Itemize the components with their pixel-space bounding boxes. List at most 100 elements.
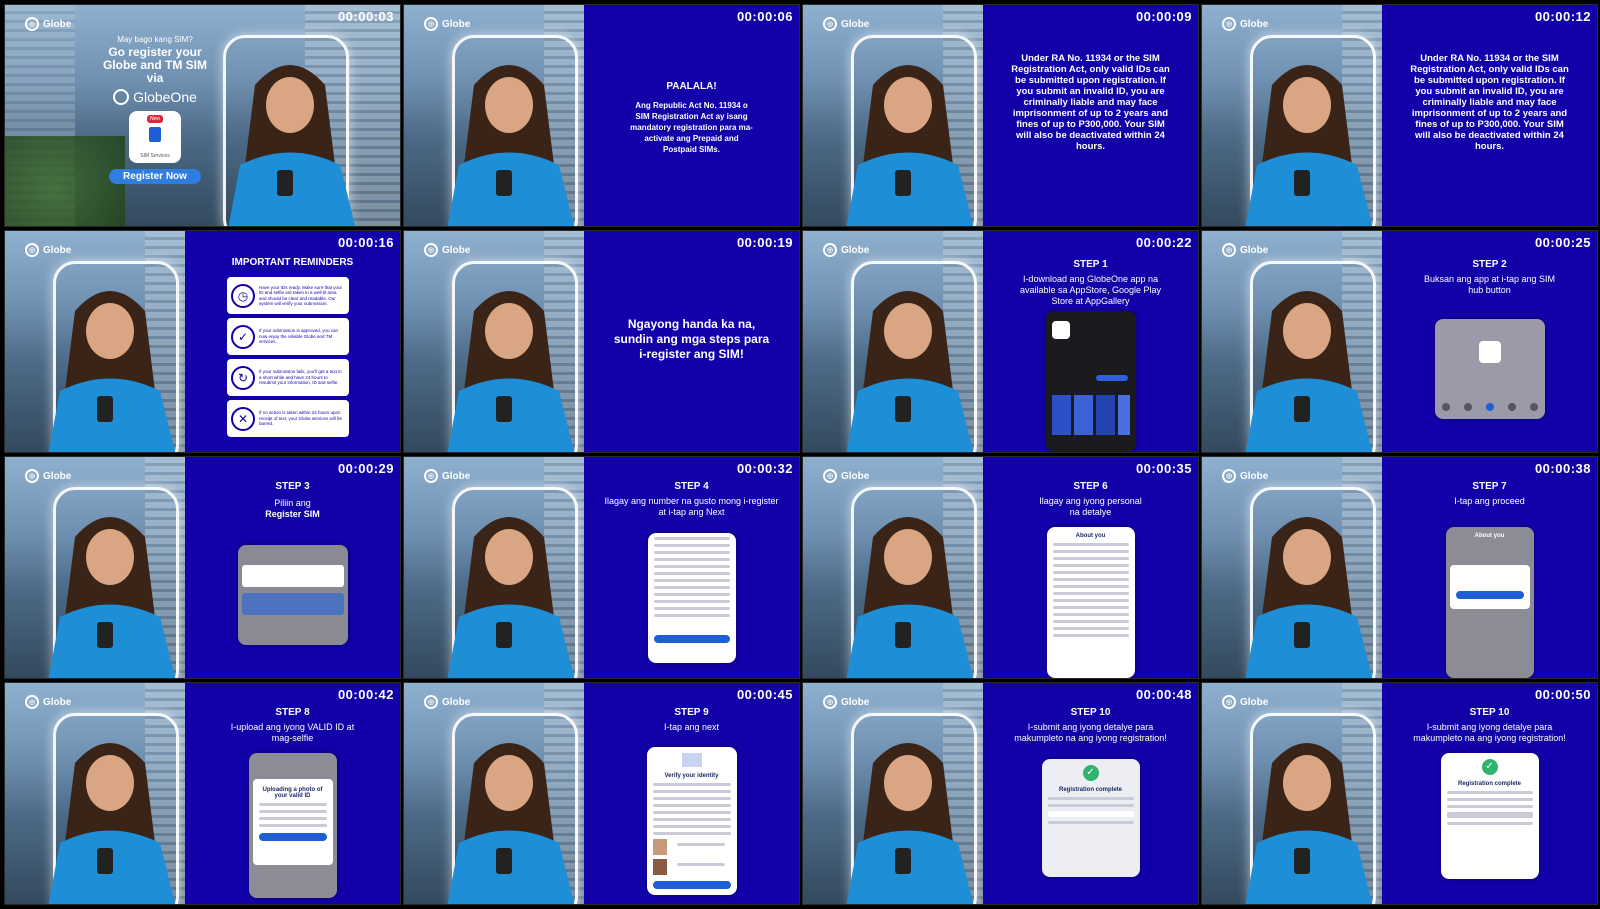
- brand-label: Globe: [43, 244, 72, 256]
- globe-logo: ◎ Globe: [25, 695, 71, 709]
- step-instruction: I-upload ang iyong VALID ID at mag-selfi…: [230, 722, 355, 743]
- globe-logo-icon: ◎: [823, 243, 837, 257]
- woman-figure: [846, 517, 974, 678]
- brand-label: Globe: [442, 18, 471, 30]
- hero-photo: [5, 231, 185, 452]
- globe-logo: ◎ Globe: [25, 17, 71, 31]
- sim-services-label: SIM Services: [140, 153, 170, 159]
- text-panel: PAALALA! Ang Republic Act No. 11934 o SI…: [584, 5, 799, 226]
- hero-photo: [803, 5, 983, 226]
- text-panel: STEP 6 Ilagay ang iyong personal na deta…: [983, 457, 1198, 678]
- app-home-mock: [1434, 319, 1545, 419]
- reminder-card: ◷ Have your IDs ready. Make sure that you…: [227, 277, 349, 314]
- sim-menu-mock: [237, 545, 348, 645]
- proceed-dialog-mock: About you: [1445, 527, 1534, 678]
- brand-label: Globe: [442, 244, 471, 256]
- step-instruction: I-tap ang proceed: [1454, 496, 1525, 506]
- globe-logo: ◎ Globe: [25, 243, 71, 257]
- mock-title: About you: [1075, 533, 1106, 539]
- woman-figure: [48, 291, 176, 452]
- timestamp: 00:00:45: [736, 687, 793, 702]
- step-label: STEP 2: [1472, 259, 1507, 270]
- woman-figure: [1245, 517, 1373, 678]
- brand-label: Globe: [1240, 18, 1269, 30]
- frame-3: ◎ Globe 00:00:09 Under RA No. 11934 or th…: [802, 4, 1199, 227]
- frame-7: ◎ Globe 00:00:22 STEP 1 I-download ang Gl…: [802, 230, 1199, 453]
- globe-logo-icon: ◎: [823, 17, 837, 31]
- step-instruction: I-submit ang iyong detalye para makumple…: [1014, 722, 1167, 743]
- warning-body: Under RA No. 11934 or the SIM Registrati…: [1011, 53, 1170, 152]
- folder-retry-icon: ↻: [231, 365, 255, 390]
- brand-label: Globe: [841, 470, 870, 482]
- timestamp: 00:00:03: [337, 9, 394, 24]
- timestamp: 00:00:12: [1534, 9, 1591, 24]
- new-badge: New: [147, 115, 164, 123]
- notice-body: Ang Republic Act No. 11934 o SIM Registr…: [630, 101, 753, 154]
- reminder-text: If your submission is approved, you can …: [259, 328, 339, 345]
- hero-photo: [5, 683, 185, 904]
- text-panel: STEP 9 I-tap ang next Verify your identi…: [584, 683, 799, 904]
- step-label: STEP 8: [275, 707, 310, 718]
- intro-heading: Go register your Globe and TM SIM via: [103, 45, 207, 85]
- app-name: GlobeOne: [133, 89, 197, 105]
- frame-10: ◎ Globe 00:00:32 STEP 4 Ilagay ang number…: [403, 456, 800, 679]
- hero-photo: [404, 683, 584, 904]
- step-label: STEP 1: [1073, 259, 1108, 270]
- globe-logo: ◎ Globe: [25, 469, 71, 483]
- woman-figure: [1245, 743, 1373, 904]
- hero-photo: [404, 231, 584, 452]
- woman-figure: [846, 743, 974, 904]
- sim-card-icon: [149, 127, 161, 142]
- reminder-card: ✕ If no action is taken within 24 hours u…: [227, 400, 349, 437]
- step-instruction: Piliin ang: [274, 498, 311, 508]
- hero-photo: [1202, 231, 1382, 452]
- text-panel: STEP 10 I-submit ang iyong detalye para …: [983, 683, 1198, 904]
- woman-figure: [48, 517, 176, 678]
- text-panel: Under RA No. 11934 or the SIM Registrati…: [983, 5, 1198, 226]
- woman-figure: [1245, 291, 1373, 452]
- woman-figure: [48, 743, 176, 904]
- globe-logo-icon: ◎: [25, 243, 39, 257]
- woman-figure: [447, 743, 575, 904]
- brand-label: Globe: [841, 244, 870, 256]
- text-panel: STEP 8 I-upload ang iyong VALID ID at ma…: [185, 683, 400, 904]
- brand-label: Globe: [841, 696, 870, 708]
- close-circle-icon: ✕: [231, 406, 255, 431]
- about-you-form-mock: About you: [1046, 527, 1135, 678]
- globe-logo-icon: ◎: [1222, 469, 1236, 483]
- step-label: STEP 10: [1070, 707, 1111, 718]
- globe-logo-icon: ◎: [424, 17, 438, 31]
- step-label: STEP 4: [674, 481, 709, 492]
- globe-logo: ◎ Globe: [823, 469, 869, 483]
- step-label: STEP 10: [1469, 707, 1510, 718]
- timestamp: 00:00:48: [1135, 687, 1192, 702]
- brand-label: Globe: [1240, 244, 1269, 256]
- woman-figure: [846, 291, 974, 452]
- hero-photo: [803, 457, 983, 678]
- notice-heading: PAALALA!: [666, 81, 717, 92]
- step-instruction: I-tap ang next: [663, 722, 720, 732]
- step-instruction-bold: Register SIM: [265, 509, 320, 519]
- hero-photo: [1202, 683, 1382, 904]
- reminder-card: ↻ If your submission fails, you'll get a …: [227, 359, 349, 396]
- globe-logo-icon: ◎: [1222, 243, 1236, 257]
- step-instruction: I-download ang GlobeOne app na available…: [1019, 274, 1162, 306]
- mock-title: Registration complete: [1457, 781, 1521, 787]
- frame-1: ◎ Globe 00:00:03 May bago kang SIM? Go re…: [4, 4, 401, 227]
- registration-complete-mock: ✓ Registration complete: [1440, 753, 1539, 879]
- step-label: STEP 6: [1073, 481, 1108, 492]
- globe-logo: ◎ Globe: [823, 17, 869, 31]
- frame-8: ◎ Globe 00:00:25 STEP 2 Buksan ang app at…: [1201, 230, 1598, 453]
- brand-label: Globe: [1240, 470, 1269, 482]
- timestamp: 00:00:22: [1135, 235, 1192, 250]
- brand-label: Globe: [442, 696, 471, 708]
- text-panel: STEP 2 Buksan ang app at i-tap ang SIM h…: [1382, 231, 1597, 452]
- register-now-button[interactable]: Register Now: [109, 169, 201, 184]
- globe-logo-icon: ◎: [25, 17, 39, 31]
- globeone-icon: [113, 89, 130, 105]
- timestamp: 00:00:42: [337, 687, 394, 702]
- success-check-icon: ✓: [1481, 759, 1498, 775]
- brand-label: Globe: [43, 696, 72, 708]
- folder-check-icon: ✓: [231, 324, 255, 349]
- brand-label: Globe: [1240, 696, 1269, 708]
